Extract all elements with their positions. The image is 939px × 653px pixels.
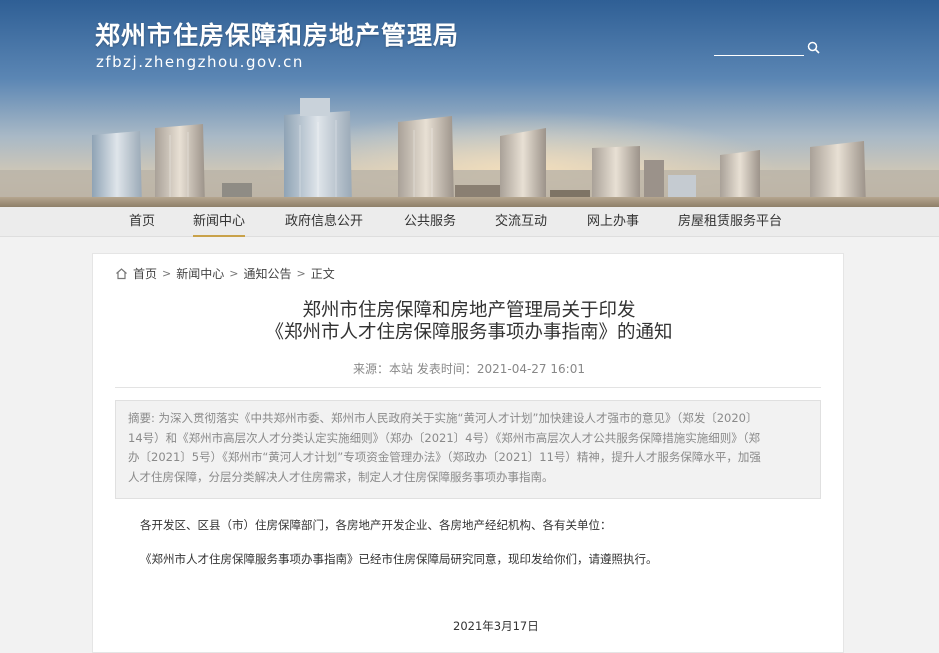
- nav-item-interaction[interactable]: 交流互动: [495, 207, 547, 237]
- breadcrumb: 首页 > 新闻中心 > 通知公告 > 正文: [115, 265, 335, 282]
- nav-item-news-center[interactable]: 新闻中心: [193, 207, 246, 237]
- nav-item-gov-info[interactable]: 政府信息公开: [285, 207, 363, 237]
- breadcrumb-news-center[interactable]: 新闻中心: [176, 265, 224, 282]
- article-paragraph-body: 《郑州市人才住房保障服务事项办事指南》已经市住房保障局研究同意，现印发给你们，请…: [140, 552, 658, 566]
- abstract-line: 摘要: 为深入贯彻落实《中共郑州市委、郑州市人民政府关于实施“黄河人才计划”加快…: [128, 411, 758, 425]
- main-nav: 首页 新闻中心 政府信息公开 公共服务 交流互动 网上办事 房屋租赁服务平台: [0, 207, 939, 237]
- breadcrumb-separator: >: [229, 267, 239, 280]
- home-icon: [116, 268, 127, 280]
- article-abstract: 摘要: 为深入贯彻落实《中共郑州市委、郑州市人民政府关于实施“黄河人才计划”加快…: [115, 400, 821, 499]
- nav-item-public-service[interactable]: 公共服务: [404, 207, 456, 237]
- search-input[interactable]: [714, 38, 804, 56]
- breadcrumb-current: 正文: [310, 267, 335, 281]
- article-card: 首页 > 新闻中心 > 通知公告 > 正文 郑州市住房保障和房地产管理局关于印发…: [92, 253, 844, 653]
- nav-item-home[interactable]: 首页: [129, 207, 155, 237]
- nav-item-rental-platform[interactable]: 房屋租赁服务平台: [678, 207, 782, 237]
- abstract-line: 14号）和《郑州市高层次人才分类认定实施细则》（郑办〔2021〕4号）《郑州市高…: [128, 430, 760, 445]
- nav-item-online-service[interactable]: 网上办事: [587, 207, 639, 237]
- article-meta: 来源：本站 发表时间：2021-04-27 16:01: [353, 362, 585, 376]
- search-icon[interactable]: [807, 41, 820, 54]
- article-paragraph-recipients: 各开发区、区县（市）住房保障部门，各房地产开发企业、各房地产经纪机构、各有关单位…: [140, 518, 612, 532]
- breadcrumb-home[interactable]: 首页: [133, 265, 157, 282]
- article-title-line2: 《郑州市人才住房保障服务事项办事指南》的通知: [265, 322, 673, 343]
- header-banner: 郑州市住房保障和房地产管理局 zfbzj.zhengzhou.gov.cn: [0, 0, 939, 207]
- abstract-line: 办〔2021〕5号）《郑州市“黄河人才计划”专项资金管理办法》（郑政办〔2021…: [128, 450, 761, 464]
- site-url: zfbzj.zhengzhou.gov.cn: [96, 53, 304, 71]
- breadcrumb-notices[interactable]: 通知公告: [243, 265, 291, 282]
- breadcrumb-separator: >: [296, 267, 306, 280]
- breadcrumb-separator: >: [162, 267, 172, 280]
- site-title: 郑州市住房保障和房地产管理局: [95, 21, 460, 50]
- divider: [115, 387, 821, 388]
- article-date: 2021年3月17日: [453, 619, 539, 633]
- abstract-line: 人才住房保障，分层分类解决人才住房需求，制定人才住房保障服务事项办事指南。: [128, 469, 554, 484]
